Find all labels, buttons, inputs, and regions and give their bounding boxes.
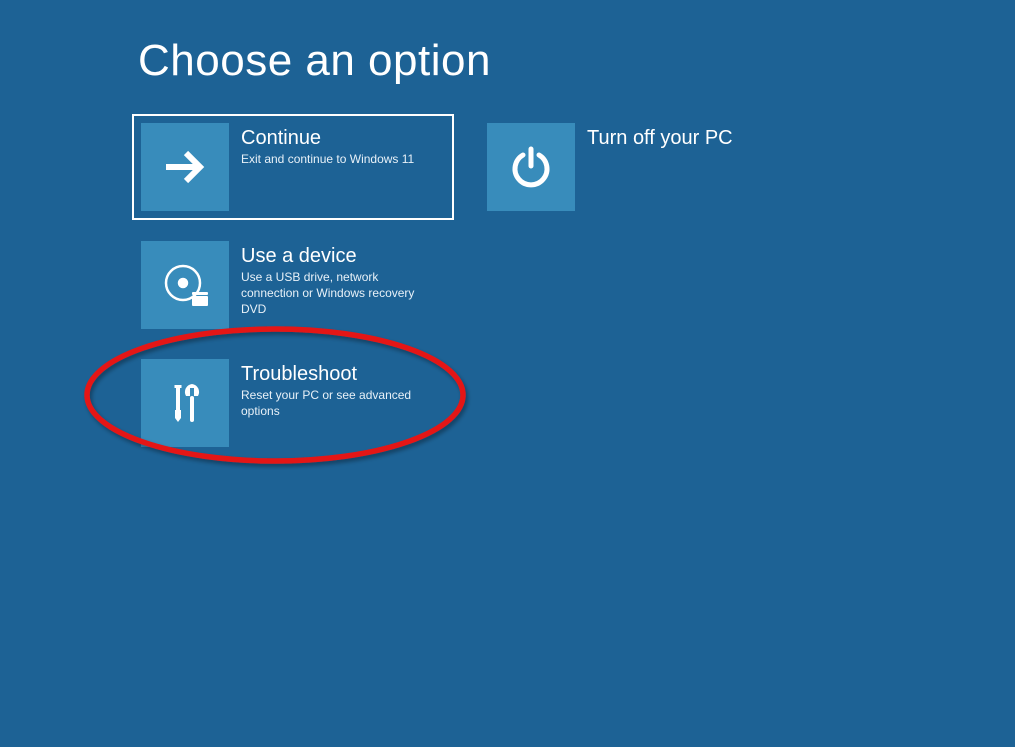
power-icon xyxy=(487,123,575,211)
option-troubleshoot-title: Troubleshoot xyxy=(241,363,435,385)
option-turn-off-title: Turn off your PC xyxy=(587,127,733,149)
option-turn-off[interactable]: Turn off your PC xyxy=(478,114,800,220)
option-continue-title: Continue xyxy=(241,127,414,149)
option-troubleshoot-desc: Reset your PC or see advanced options xyxy=(241,387,435,419)
page-title: Choose an option xyxy=(138,36,912,86)
tools-icon xyxy=(141,359,229,447)
option-use-device-title: Use a device xyxy=(241,245,435,267)
option-use-device[interactable]: Use a device Use a USB drive, network co… xyxy=(132,232,454,338)
disc-icon xyxy=(141,241,229,329)
option-continue[interactable]: Continue Exit and continue to Windows 11 xyxy=(132,114,454,220)
option-troubleshoot[interactable]: Troubleshoot Reset your PC or see advanc… xyxy=(132,350,454,456)
option-continue-desc: Exit and continue to Windows 11 xyxy=(241,151,414,167)
options-grid: Continue Exit and continue to Windows 11 xyxy=(132,114,912,456)
option-use-device-desc: Use a USB drive, network connection or W… xyxy=(241,269,435,318)
arrow-right-icon xyxy=(141,123,229,211)
